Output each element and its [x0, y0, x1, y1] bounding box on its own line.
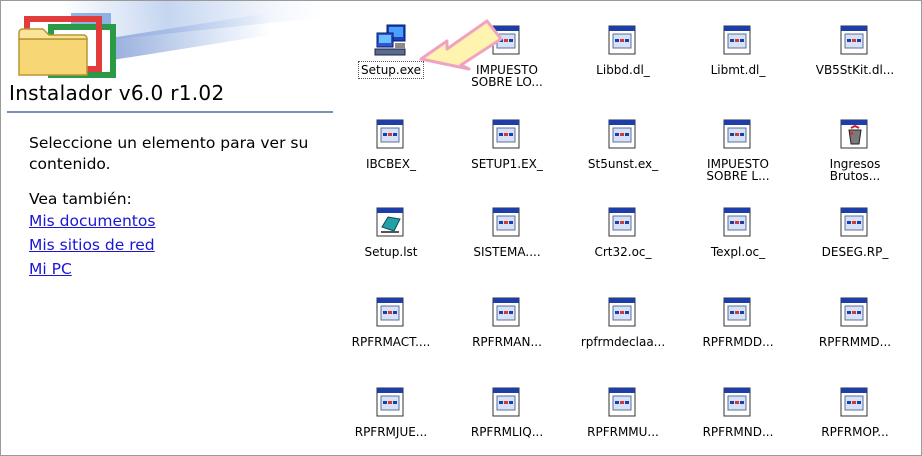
file-label: St5unst.ex_ [561, 158, 685, 170]
file-label-text: Libmt.dl_ [710, 63, 766, 77]
file-label-text: RPFRMOP... [821, 425, 889, 439]
file-item[interactable]: RPFRMDD... [684, 291, 792, 373]
file-label: IMPUESTO SOBRE L... [676, 158, 800, 182]
file-label: Crt32.oc_ [561, 246, 685, 258]
file-label-text: DESEG.RP_ [821, 245, 889, 259]
file-label: Texpl.oc_ [676, 246, 800, 258]
file-label-text: RPFRMDD... [702, 335, 774, 349]
file-label-text: Setup.exe [357, 61, 425, 79]
file-label: Libmt.dl_ [676, 64, 800, 76]
file-label: RPFRMJUE... [329, 426, 453, 438]
see-also-label: Vea también: [29, 190, 132, 208]
file-item[interactable]: rpfrmdeclaa... [569, 291, 677, 373]
title-divider [7, 111, 333, 113]
file-label-text: RPFRMLIQ... [470, 425, 544, 439]
file-label-text: RPFRMMD... [818, 335, 892, 349]
file-item[interactable]: RPFRMAN... [453, 291, 561, 373]
file-item[interactable]: Texpl.oc_ [684, 201, 792, 283]
file-label: RPFRMOP... [793, 426, 917, 438]
file-item[interactable]: RPFRMJUE... [337, 381, 445, 455]
file-item[interactable]: RPFRMLIQ... [453, 381, 561, 455]
file-label: RPFRMMD... [793, 336, 917, 348]
file-item[interactable]: IBCBEX_ [337, 113, 445, 195]
file-label-text: VB5StKit.dl... [815, 63, 895, 77]
file-label: RPFRMMU... [561, 426, 685, 438]
file-label: RPFRMLIQ... [445, 426, 569, 438]
see-also-links: Mis documentos Mis sitios de red Mi PC [29, 211, 155, 283]
file-item[interactable]: RPFRMND... [684, 381, 792, 455]
file-item[interactable]: St5unst.ex_ [569, 113, 677, 195]
file-item[interactable]: SETUP1.EX_ [453, 113, 561, 195]
link-my-computer[interactable]: Mi PC [29, 260, 72, 278]
link-my-documents[interactable]: Mis documentos [29, 212, 155, 230]
file-item[interactable]: Libbd.dl_ [569, 19, 677, 101]
file-label-text: SETUP1.EX_ [471, 157, 543, 171]
file-label: rpfrmdeclaa... [561, 336, 685, 348]
file-label: RPFRMND... [676, 426, 800, 438]
folder-logo-icon [18, 13, 116, 78]
file-label-text: RPFRMND... [702, 425, 774, 439]
file-label-text: RPFRMACT.... [351, 335, 431, 349]
link-my-network-places[interactable]: Mis sitios de red [29, 236, 155, 254]
file-label: SETUP1.EX_ [445, 158, 569, 170]
file-item[interactable]: Libmt.dl_ [684, 19, 792, 101]
file-label-text: Crt32.oc_ [594, 245, 652, 259]
file-label: VB5StKit.dl... [793, 64, 917, 76]
file-label-text: Ingresos Brutos... [829, 157, 881, 183]
file-item[interactable]: Setup.lst [337, 201, 445, 283]
file-item[interactable]: SISTEMA.... [453, 201, 561, 283]
file-label-text: RPFRMJUE... [354, 425, 428, 439]
file-label: Ingresos Brutos... [793, 158, 917, 182]
file-label-text: RPFRMAN... [472, 335, 542, 349]
file-label-text: Texpl.oc_ [710, 245, 766, 259]
file-label: Libbd.dl_ [561, 64, 685, 76]
file-item[interactable]: RPFRMMU... [569, 381, 677, 455]
file-label-text: SISTEMA.... [473, 245, 541, 259]
page-title: Instalador v6.0 r1.02 [9, 81, 225, 105]
file-label-text: IBCBEX_ [366, 157, 416, 171]
file-item[interactable]: RPFRMACT.... [337, 291, 445, 373]
file-item[interactable]: DESEG.RP_ [801, 201, 909, 283]
file-label: RPFRMDD... [676, 336, 800, 348]
file-label: IBCBEX_ [329, 158, 453, 170]
file-label: RPFRMAN... [445, 336, 569, 348]
file-item[interactable]: RPFRMMD... [801, 291, 909, 373]
file-label-text: Libbd.dl_ [596, 63, 650, 77]
file-label: DESEG.RP_ [793, 246, 917, 258]
file-item[interactable]: IMPUESTO SOBRE L... [684, 113, 792, 195]
file-label: Setup.lst [329, 246, 453, 258]
file-label-text: rpfrmdeclaa... [580, 335, 666, 349]
explorer-window: Instalador v6.0 r1.02 Seleccione un elem… [0, 0, 922, 456]
file-label-text: Setup.lst [364, 245, 418, 259]
file-item[interactable]: RPFRMOP... [801, 381, 909, 455]
file-label: RPFRMACT.... [329, 336, 453, 348]
pointer-arrow-icon [419, 19, 503, 71]
web-view-panel: Instalador v6.0 r1.02 Seleccione un elem… [1, 1, 335, 455]
file-label-text: RPFRMMU... [587, 425, 659, 439]
file-label-text: IMPUESTO SOBRE L... [706, 157, 770, 183]
file-item[interactable]: VB5StKit.dl... [801, 19, 909, 101]
file-label: SISTEMA.... [445, 246, 569, 258]
file-label-text: St5unst.ex_ [587, 157, 659, 171]
panel-description: Seleccione un elemento para ver su conte… [29, 134, 309, 173]
file-item[interactable]: Ingresos Brutos... [801, 113, 909, 195]
file-item[interactable]: Crt32.oc_ [569, 201, 677, 283]
